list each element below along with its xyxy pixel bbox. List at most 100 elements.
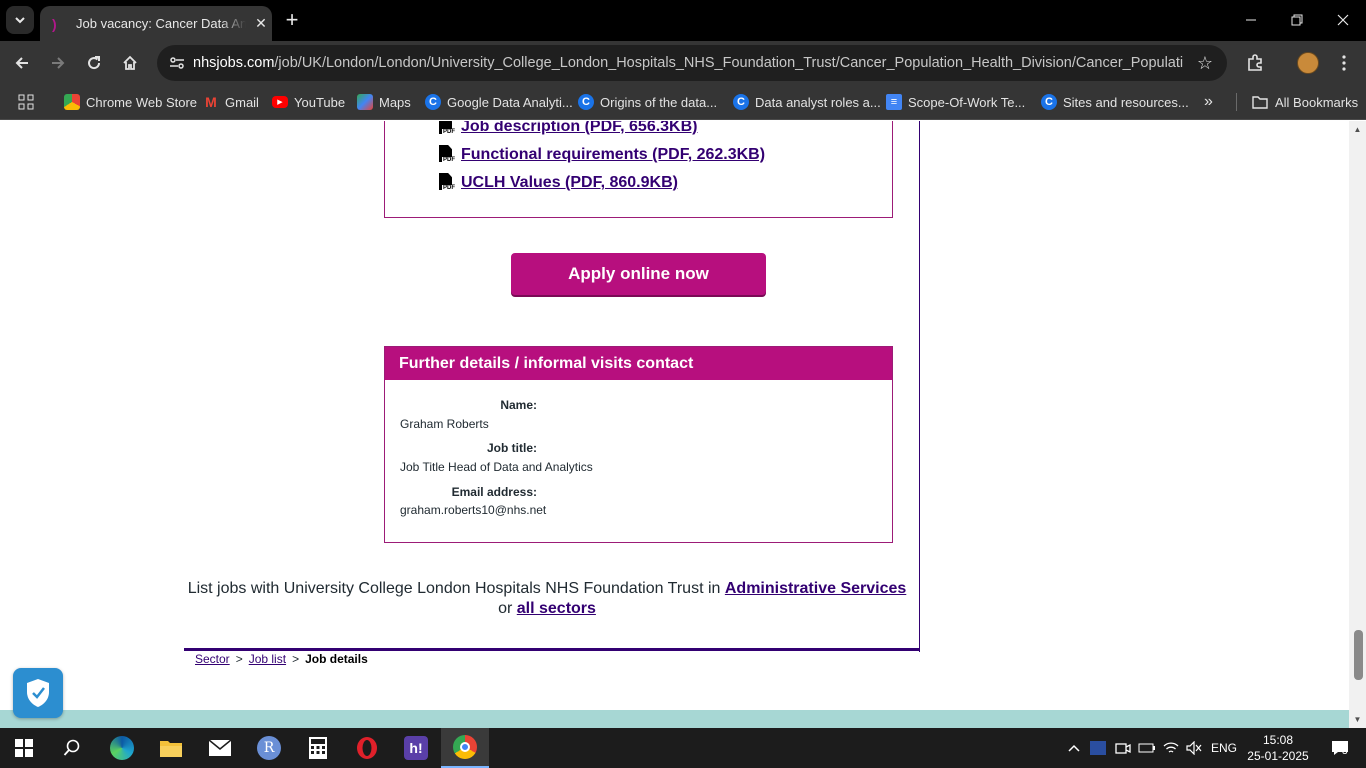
breadcrumb-job-list-link[interactable]: Job list: [249, 652, 286, 666]
maps-icon: [357, 94, 373, 110]
contact-email-label: Email address:: [451, 485, 537, 499]
bookmark-maps[interactable]: Maps: [357, 91, 411, 113]
start-button[interactable]: [0, 728, 48, 768]
bookmark-label: Google Data Analyti...: [447, 94, 573, 110]
scroll-down-arrow-icon[interactable]: ▼: [1349, 711, 1366, 728]
minimize-button[interactable]: [1228, 0, 1274, 40]
bookmarks-overflow-button[interactable]: »: [1204, 91, 1213, 113]
bookmark-star-icon[interactable]: ☆: [1197, 53, 1213, 74]
functional-requirements-link[interactable]: Functional requirements (PDF, 262.3KB): [461, 146, 765, 164]
extensions-button[interactable]: [1240, 48, 1270, 78]
bookmark-label: Scope-Of-Work Te...: [908, 94, 1026, 110]
taskbar-opera[interactable]: [343, 728, 391, 768]
job-description-link[interactable]: Job description (PDF, 656.3KB): [461, 121, 698, 136]
bookmark-chrome-web-store[interactable]: Chrome Web Store: [64, 91, 197, 113]
taskbar-calculator[interactable]: [294, 728, 342, 768]
document-item[interactable]: PDF UCLH Values (PDF, 860.9KB): [437, 172, 678, 194]
bookmark-scope-of-work[interactable]: ≡ Scope-Of-Work Te...: [886, 91, 1025, 113]
bookmark-youtube[interactable]: ▶ YouTube: [272, 91, 345, 113]
bookmark-origins-of-data[interactable]: C Origins of the data...: [578, 91, 717, 113]
all-bookmarks-label: All Bookmarks: [1275, 94, 1359, 110]
browser-toolbar: nhsjobs.com/job/UK/London/London/Univers…: [0, 41, 1366, 85]
tab-search-button[interactable]: [6, 6, 34, 34]
document-item[interactable]: PDF Job description (PDF, 656.3KB): [437, 121, 698, 138]
pdf-file-icon: PDF: [437, 145, 456, 165]
mail-icon: [208, 739, 232, 756]
taskbar-chrome-active[interactable]: [441, 728, 489, 768]
coursera-icon: C: [733, 94, 749, 110]
breadcrumb: Sector > Job list > Job details: [195, 652, 368, 666]
apply-online-button[interactable]: Apply online now: [511, 253, 766, 295]
scrollbar-thumb[interactable]: [1354, 630, 1363, 680]
browser-tab-active[interactable]: ) Job vacancy: Cancer Data Analy ✕: [40, 6, 272, 41]
url-host: nhsjobs.com: [193, 55, 275, 71]
arrow-left-icon: [15, 57, 28, 69]
breadcrumb-sector-link[interactable]: Sector: [195, 652, 230, 666]
language-indicator[interactable]: ENG: [1208, 728, 1240, 768]
clock-date: 25-01-2025: [1247, 749, 1309, 763]
pdf-file-icon: PDF: [437, 173, 456, 193]
chevron-double-right-icon: »: [1204, 93, 1213, 110]
bookmark-gmail[interactable]: M Gmail: [203, 91, 259, 113]
all-sectors-link[interactable]: all sectors: [517, 600, 596, 617]
back-button[interactable]: [7, 48, 37, 78]
apps-button[interactable]: [18, 91, 34, 113]
bookmarks-divider: [1236, 93, 1237, 111]
folder-icon: [1252, 96, 1268, 109]
opera-icon: [357, 737, 377, 759]
clock[interactable]: 15:08 25-01-2025: [1244, 728, 1312, 768]
url-path: /job/UK/London/London/University_College…: [274, 55, 1183, 71]
wifi-icon[interactable]: [1161, 728, 1181, 768]
bookmark-sites-and-resources[interactable]: C Sites and resources...: [1041, 91, 1189, 113]
page-scrollbar[interactable]: ▲ ▼: [1349, 121, 1366, 728]
administrative-services-link[interactable]: Administrative Services: [725, 580, 906, 597]
bookmark-label: Data analyst roles a...: [755, 94, 881, 110]
notifications-button[interactable]: 3: [1320, 728, 1360, 768]
reload-button[interactable]: [79, 48, 109, 78]
battery-icon[interactable]: [1137, 728, 1157, 768]
forward-button[interactable]: [43, 48, 73, 78]
taskbar-file-explorer[interactable]: [147, 728, 195, 768]
breadcrumb-separator: >: [235, 652, 243, 666]
url-text: nhsjobs.com/job/UK/London/London/Univers…: [193, 55, 1183, 71]
new-tab-button[interactable]: +: [280, 8, 304, 32]
tray-overflow-chevron-icon[interactable]: [1064, 728, 1084, 768]
bookmark-label: YouTube: [294, 94, 346, 110]
taskbar-mail[interactable]: [196, 728, 244, 768]
coursera-icon: C: [1041, 94, 1057, 110]
reload-icon: [88, 56, 101, 70]
folder-icon: [160, 741, 182, 757]
chrome-icon: [453, 735, 477, 759]
list-jobs-prefix: List jobs with University College London…: [187, 580, 725, 597]
bookmark-google-data-analytics[interactable]: C Google Data Analyti...: [425, 91, 573, 113]
restore-button[interactable]: [1274, 0, 1320, 40]
site-info-icon[interactable]: [165, 51, 189, 75]
content-bottom-rule: [184, 648, 920, 651]
chrome-menu-button[interactable]: [1329, 48, 1359, 78]
coursera-icon: C: [425, 94, 441, 110]
home-button[interactable]: [115, 48, 145, 78]
tray-meet-icon[interactable]: [1113, 728, 1133, 768]
tray-app-icon[interactable]: [1088, 728, 1108, 768]
all-bookmarks-folder[interactable]: All Bookmarks: [1252, 91, 1358, 113]
document-item[interactable]: PDF Functional requirements (PDF, 262.3K…: [437, 144, 765, 166]
bookmark-data-analyst-roles[interactable]: C Data analyst roles a...: [733, 91, 881, 113]
contact-email-value: graham.roberts10@nhs.net: [400, 503, 547, 517]
google-docs-icon: ≡: [886, 94, 902, 110]
scroll-up-arrow-icon[interactable]: ▲: [1349, 121, 1366, 138]
taskbar-hackerrank[interactable]: h!: [392, 728, 440, 768]
h-app-icon: h!: [404, 736, 428, 760]
volume-muted-icon[interactable]: [1184, 728, 1204, 768]
taskbar-r-app[interactable]: R: [245, 728, 293, 768]
tab-close-icon[interactable]: ✕: [252, 15, 270, 32]
list-jobs-or: or: [498, 600, 513, 617]
page-viewport: PDF Job description (PDF, 656.3KB) PDF F…: [0, 121, 1349, 728]
privacy-shield-button[interactable]: [13, 668, 63, 718]
profile-avatar[interactable]: [1297, 52, 1319, 74]
close-window-button[interactable]: [1320, 0, 1366, 40]
taskbar-edge[interactable]: [98, 728, 146, 768]
taskbar-search-button[interactable]: [48, 728, 96, 768]
windows-taskbar: R h! ENG 15:08 25-01-2025 3: [0, 728, 1366, 768]
uclh-values-link[interactable]: UCLH Values (PDF, 860.9KB): [461, 174, 678, 192]
address-bar[interactable]: nhsjobs.com/job/UK/London/London/Univers…: [157, 45, 1227, 81]
